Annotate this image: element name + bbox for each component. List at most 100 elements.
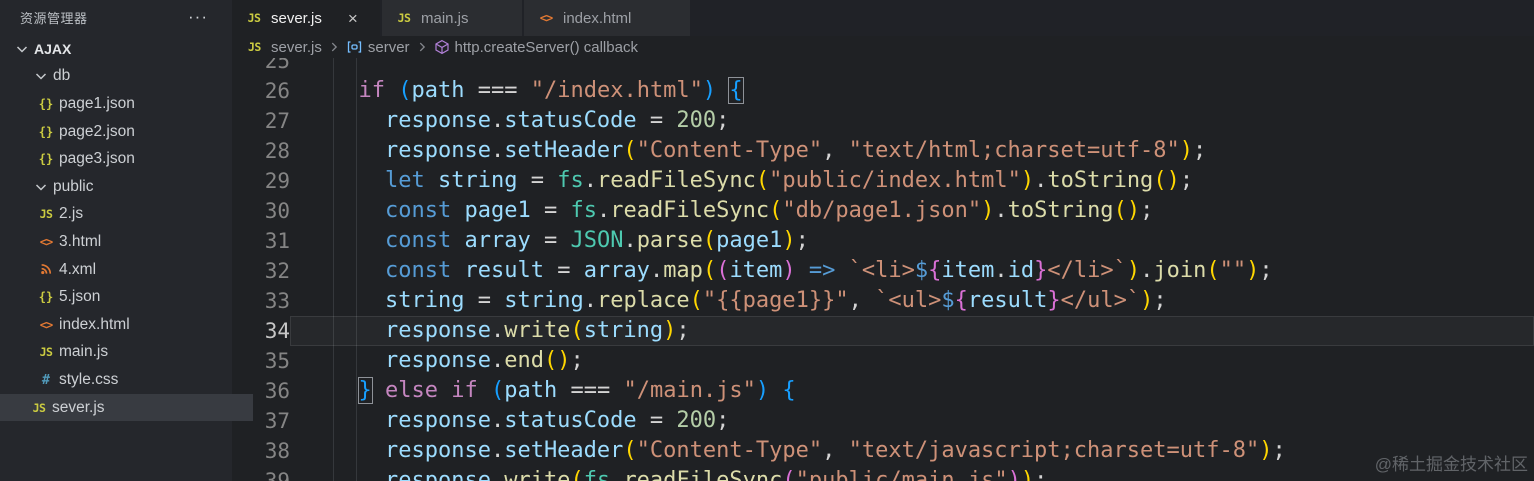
explorer-title: 资源管理器 [20,10,88,26]
html-file-icon: <> [39,317,53,332]
line-content[interactable]: response.statusCode = 200; [290,406,729,436]
code-line-30[interactable]: 30 const page1 = fs.readFileSync("db/pag… [232,196,1534,226]
line-number: 39 [264,469,290,481]
line-content[interactable]: if (path === "/index.html") { [290,76,743,106]
close-icon[interactable]: × [348,10,358,27]
code-line-27[interactable]: 27 response.statusCode = 200; [232,106,1534,136]
line-number: 25 [264,58,290,73]
tree-item-public[interactable]: public [0,173,232,201]
tree-item-2.js[interactable]: JS 2.js [0,201,232,229]
tree-item-sever.js[interactable]: JS sever.js [0,393,253,422]
json-file-icon: {} [38,290,54,305]
tree-item-label: 4.xml [59,260,97,278]
line-number: 26 [264,79,290,103]
tree-item-label: public [53,177,94,195]
line-number: 34 [264,319,290,343]
line-content[interactable]: response.setHeader("Content-Type", "text… [290,436,1286,466]
line-content[interactable]: const page1 = fs.readFileSync("db/page1.… [290,196,1153,226]
json-file-icon: {} [38,152,54,167]
code-line-29[interactable]: 29 let string = fs.readFileSync("public/… [232,166,1534,196]
js-file-icon: JS [32,400,46,415]
chevron-down-icon[interactable] [14,41,30,57]
tree-item-page1.json[interactable]: {} page1.json [0,90,232,118]
code-line-37[interactable]: 37 response.statusCode = 200; [232,406,1534,436]
css-file-icon: # [41,371,51,388]
line-content[interactable]: response.setHeader("Content-Type", "text… [290,136,1206,166]
line-content[interactable]: } else if (path === "/main.js") { [290,376,796,406]
tab-sever.js[interactable]: JS sever.js × [232,0,380,36]
watermark: @稀土掘金技术社区 [1374,455,1528,474]
breadcrumb-label: http.createServer() callback [454,38,638,56]
line-number: 38 [264,439,290,463]
code-line-39[interactable]: 39 response.write(fs.readFileSync("publi… [232,466,1534,481]
tree-item-label: page2.json [59,122,135,140]
tree-item-page3.json[interactable]: {} page3.json [0,145,232,173]
explorer-sidebar: 资源管理器 ··· AJAX db {} page1.json {} page2.json… [0,0,253,481]
chevron-down-icon[interactable] [33,179,49,195]
line-content[interactable]: string = string.replace("{{page1}}", `<u… [290,286,1167,316]
code-editor[interactable]: 25 26 if (path === "/index.html") {27 res… [232,58,1534,481]
more-actions-icon[interactable]: ··· [188,7,208,27]
line-content[interactable]: response.write(string); [290,316,1534,346]
js-file-icon: JS [39,207,53,222]
tab-index.html[interactable]: <> index.html [524,0,690,36]
js-file-icon: JS [248,40,261,54]
js-file-icon: JS [397,11,411,25]
tree-item-index.html[interactable]: <> index.html [0,311,232,339]
tree-item-3.html[interactable]: <> 3.html [0,228,232,256]
chevron-right-icon [327,40,341,54]
tree-item-page2.json[interactable]: {} page2.json [0,118,232,146]
explorer-header: 资源管理器 ··· [0,0,232,34]
html-file-icon: <> [539,11,553,25]
tree-item-main.js[interactable]: JS main.js [0,339,232,367]
breadcrumb-item-2[interactable]: server [346,39,410,56]
tree-item-label: style.css [59,370,119,388]
tree-item-5.json[interactable]: {} 5.json [0,283,232,311]
code-line-31[interactable]: 31 const array = JSON.parse(page1); [232,226,1534,256]
breadcrumb-label: server [367,38,410,56]
tree-item-label: main.js [59,343,109,361]
json-file-icon: {} [38,96,54,111]
code-line-34[interactable]: 34 response.write(string); [232,316,1534,346]
tree-item-label: AJAX [34,40,72,57]
code-line-36[interactable]: 36 } else if (path === "/main.js") { [232,376,1534,406]
tree-item-label: sever.js [52,398,105,416]
tree-item-style.css[interactable]: # style.css [0,366,232,394]
code-line-35[interactable]: 35 response.end(); [232,346,1534,376]
tree-item-label: page3.json [59,150,135,168]
breadcrumb-item-3[interactable]: http.createServer() callback [434,39,638,56]
line-content[interactable]: response.end(); [290,346,584,376]
symbol-method-cube-icon [434,39,450,55]
tab-main.js[interactable]: JS main.js [382,0,522,36]
line-number: 30 [264,199,290,223]
line-number: 27 [264,109,290,133]
tab-label: sever.js [271,9,322,27]
line-number: 33 [264,289,290,313]
code-line-28[interactable]: 28 response.setHeader("Content-Type", "t… [232,136,1534,166]
code-line-38[interactable]: 38 response.setHeader("Content-Type", "t… [232,436,1534,466]
file-tree: AJAX db {} page1.json {} page2.json {} page3.js… [0,35,253,422]
code-line-32[interactable]: 32 const result = array.map((item) => `<… [232,256,1534,286]
tree-item-4.xml[interactable]: 4.xml [0,256,232,284]
line-content[interactable] [290,58,332,76]
chevron-down-icon[interactable] [33,68,49,84]
html-file-icon: <> [39,234,53,249]
line-content[interactable]: response.write(fs.readFileSync("public/m… [290,466,1047,481]
line-content[interactable]: const array = JSON.parse(page1); [290,226,809,256]
tree-item-label: 5.json [59,288,101,306]
tab-label: index.html [563,9,632,27]
code-line-25[interactable]: 25 [232,58,1534,76]
editor-group: JS sever.js × JS main.js <> index.html JS sever… [232,0,1534,481]
tree-item-db[interactable]: db [0,63,232,91]
line-number: 28 [264,139,290,163]
breadcrumb-item-1[interactable]: JS sever.js [248,39,322,56]
tree-item-AJAX[interactable]: AJAX [0,35,232,63]
line-content[interactable]: const result = array.map((item) => `<li>… [290,256,1273,286]
line-content[interactable]: let string = fs.readFileSync("public/ind… [290,166,1193,196]
tab-bar: JS sever.js × JS main.js <> index.html [232,0,1534,36]
json-file-icon: {} [38,124,54,139]
line-content[interactable]: response.statusCode = 200; [290,106,729,136]
code-line-26[interactable]: 26 if (path === "/index.html") { [232,76,1534,106]
tab-label: main.js [421,9,469,27]
code-line-33[interactable]: 33 string = string.replace("{{page1}}", … [232,286,1534,316]
